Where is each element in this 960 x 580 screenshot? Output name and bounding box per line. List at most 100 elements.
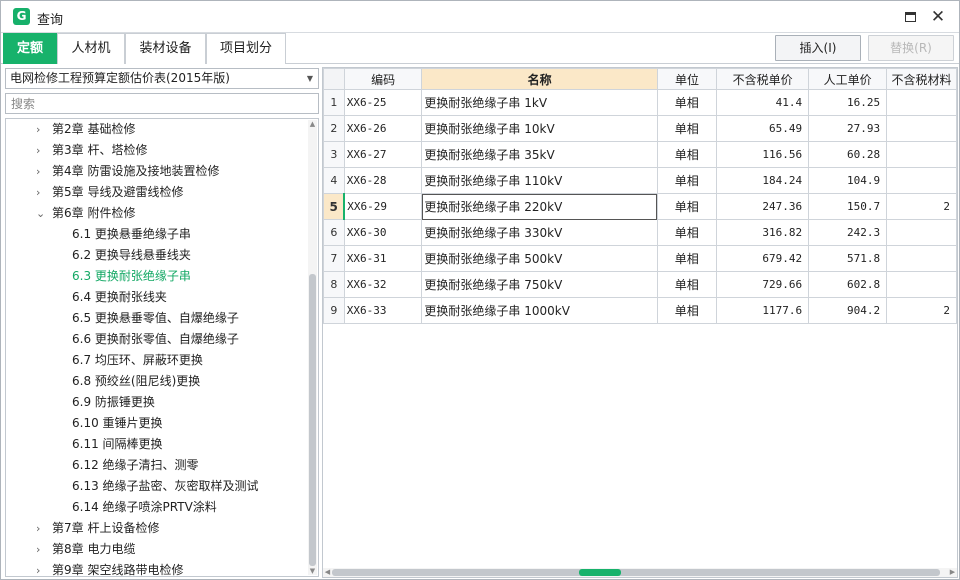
- chevron-right-icon[interactable]: ›: [36, 518, 46, 539]
- name-cell[interactable]: 更换耐张绝缘子串 35kV: [421, 141, 658, 168]
- material-price-cell[interactable]: 2: [886, 193, 957, 220]
- chevron-right-icon[interactable]: ›: [36, 182, 46, 203]
- search-input[interactable]: [5, 93, 319, 114]
- tree-chapter-item[interactable]: › 第7章 杆上设备检修: [6, 518, 306, 539]
- table-row[interactable]: 1 XX6-25 更换耐张绝缘子串 1kV 单相 41.4 16.25: [323, 89, 957, 116]
- name-cell[interactable]: 更换耐张绝缘子串 330kV: [421, 219, 658, 246]
- chevron-right-icon[interactable]: ›: [36, 119, 46, 140]
- unit-cell[interactable]: 单相: [656, 219, 718, 246]
- price-cell[interactable]: 729.66: [716, 271, 810, 298]
- tree-section-item[interactable]: 6.2 更换导线悬垂线夹: [6, 245, 306, 266]
- row-number[interactable]: 8: [323, 271, 345, 298]
- tree-section-item[interactable]: 6.11 间隔棒更换: [6, 434, 306, 455]
- chevron-right-icon[interactable]: ›: [36, 539, 46, 560]
- unit-cell[interactable]: 单相: [656, 297, 718, 324]
- price-cell[interactable]: 316.82: [716, 219, 810, 246]
- tree-section-item[interactable]: 6.8 预绞丝(阻尼线)更换: [6, 371, 306, 392]
- tree-chapter-item[interactable]: › 第5章 导线及避雷线检修: [6, 182, 306, 203]
- row-number[interactable]: 1: [323, 89, 345, 116]
- tree-section-item[interactable]: 6.13 绝缘子盐密、灰密取样及测试: [6, 476, 306, 497]
- tree-section-item[interactable]: 6.10 重锤片更换: [6, 413, 306, 434]
- row-number[interactable]: 3: [323, 141, 345, 168]
- table-row[interactable]: 5 XX6-29 更换耐张绝缘子串 220kV 单相 247.36 150.7 2: [323, 193, 957, 220]
- tree-section-item[interactable]: 6.14 绝缘子喷涂PRTV涂料: [6, 497, 306, 518]
- column-header-code[interactable]: 编码: [343, 68, 423, 90]
- material-price-cell[interactable]: [886, 219, 957, 246]
- unit-cell[interactable]: 单相: [656, 167, 718, 194]
- row-number[interactable]: 4: [323, 167, 345, 194]
- scroll-down-icon[interactable]: ▼: [308, 567, 317, 575]
- chevron-down-icon[interactable]: ⌄: [36, 203, 46, 224]
- tree-section-item[interactable]: 6.4 更换耐张线夹: [6, 287, 306, 308]
- tree-section-item[interactable]: 6.12 绝缘子清扫、测零: [6, 455, 306, 476]
- material-price-cell[interactable]: [886, 271, 957, 298]
- name-cell[interactable]: 更换耐张绝缘子串 110kV: [421, 167, 658, 194]
- code-cell[interactable]: XX6-29: [343, 193, 423, 220]
- scroll-up-icon[interactable]: ▲: [308, 120, 317, 128]
- code-cell[interactable]: XX6-25: [343, 89, 423, 116]
- close-button[interactable]: ✕: [927, 7, 949, 27]
- tree-chapter-item[interactable]: › 第3章 杆、塔检修: [6, 140, 306, 161]
- maximize-button[interactable]: [899, 7, 921, 27]
- tree-chapter-item[interactable]: › 第8章 电力电缆: [6, 539, 306, 560]
- tab-labor-material-machine[interactable]: 人材机: [57, 33, 125, 64]
- unit-cell[interactable]: 单相: [656, 193, 718, 220]
- tab-project-division[interactable]: 项目划分: [206, 33, 286, 64]
- labor-price-cell[interactable]: 904.2: [808, 297, 888, 324]
- price-cell[interactable]: 679.42: [716, 245, 810, 272]
- chevron-right-icon[interactable]: ›: [36, 560, 46, 576]
- price-cell[interactable]: 65.49: [716, 115, 810, 142]
- tab-quota[interactable]: 定额: [3, 33, 57, 64]
- labor-price-cell[interactable]: 242.3: [808, 219, 888, 246]
- row-number[interactable]: 9: [323, 297, 345, 324]
- unit-cell[interactable]: 单相: [656, 245, 718, 272]
- tree-scrollbar[interactable]: ▲ ▼: [308, 120, 317, 575]
- tree-section-item[interactable]: 6.3 更换耐张绝缘子串: [6, 266, 306, 287]
- column-header-labor-price[interactable]: 人工单价: [808, 68, 888, 90]
- price-cell[interactable]: 247.36: [716, 193, 810, 220]
- code-cell[interactable]: XX6-33: [343, 297, 423, 324]
- tree-section-item[interactable]: 6.7 均压环、屏蔽环更换: [6, 350, 306, 371]
- scroll-left-icon[interactable]: ◀: [323, 568, 332, 577]
- tree-chapter-item[interactable]: ⌄ 第6章 附件检修: [6, 203, 306, 224]
- table-scroll-thumb-grip[interactable]: [579, 569, 621, 576]
- code-cell[interactable]: XX6-28: [343, 167, 423, 194]
- tree-section-item[interactable]: 6.1 更换悬垂绝缘子串: [6, 224, 306, 245]
- price-cell[interactable]: 184.24: [716, 167, 810, 194]
- column-header-unit[interactable]: 单位: [656, 68, 718, 90]
- name-cell[interactable]: 更换耐张绝缘子串 10kV: [421, 115, 658, 142]
- row-number[interactable]: 2: [323, 115, 345, 142]
- tree-section-item[interactable]: 6.6 更换耐张零值、自爆绝缘子: [6, 329, 306, 350]
- tree-scroll-thumb[interactable]: [309, 274, 316, 566]
- unit-cell[interactable]: 单相: [656, 115, 718, 142]
- row-number[interactable]: 7: [323, 245, 345, 272]
- table-row[interactable]: 2 XX6-26 更换耐张绝缘子串 10kV 单相 65.49 27.93: [323, 115, 957, 142]
- price-cell[interactable]: 116.56: [716, 141, 810, 168]
- material-price-cell[interactable]: [886, 89, 957, 116]
- chevron-right-icon[interactable]: ›: [36, 161, 46, 182]
- price-cell[interactable]: 41.4: [716, 89, 810, 116]
- name-cell[interactable]: 更换耐张绝缘子串 750kV: [421, 271, 658, 298]
- replace-button[interactable]: 替换(R): [868, 35, 954, 61]
- material-price-cell[interactable]: [886, 115, 957, 142]
- column-header-price[interactable]: 不含税单价: [716, 68, 810, 90]
- tree-chapter-item[interactable]: › 第4章 防雷设施及接地装置检修: [6, 161, 306, 182]
- material-price-cell[interactable]: [886, 167, 957, 194]
- labor-price-cell[interactable]: 571.8: [808, 245, 888, 272]
- labor-price-cell[interactable]: 104.9: [808, 167, 888, 194]
- tree-section-item[interactable]: 6.9 防振锤更换: [6, 392, 306, 413]
- chevron-right-icon[interactable]: ›: [36, 140, 46, 161]
- unit-cell[interactable]: 单相: [656, 141, 718, 168]
- tree-chapter-item[interactable]: › 第2章 基础检修: [6, 119, 306, 140]
- labor-price-cell[interactable]: 60.28: [808, 141, 888, 168]
- tree-section-item[interactable]: 6.5 更换悬垂零值、自爆绝缘子: [6, 308, 306, 329]
- code-cell[interactable]: XX6-30: [343, 219, 423, 246]
- table-row[interactable]: 8 XX6-32 更换耐张绝缘子串 750kV 单相 729.66 602.8: [323, 271, 957, 298]
- code-cell[interactable]: XX6-26: [343, 115, 423, 142]
- unit-cell[interactable]: 单相: [656, 271, 718, 298]
- name-cell[interactable]: 更换耐张绝缘子串 500kV: [421, 245, 658, 272]
- labor-price-cell[interactable]: 150.7: [808, 193, 888, 220]
- code-cell[interactable]: XX6-27: [343, 141, 423, 168]
- material-price-cell[interactable]: [886, 141, 957, 168]
- code-cell[interactable]: XX6-32: [343, 271, 423, 298]
